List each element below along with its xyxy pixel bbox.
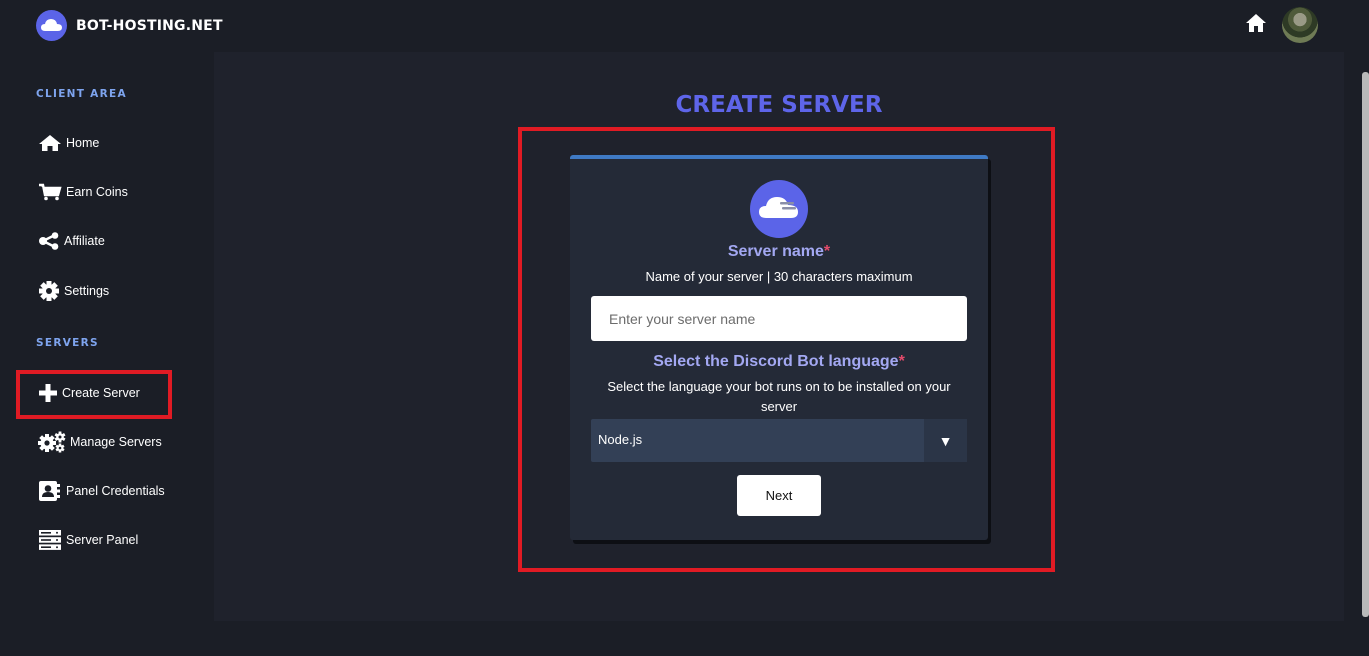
next-button[interactable]: Next: [737, 475, 821, 516]
user-avatar[interactable]: [1282, 7, 1318, 43]
sidebar-item-label: Affiliate: [64, 234, 105, 248]
brand[interactable]: BOT-HOSTING.NET: [36, 10, 223, 41]
sidebar-item-home[interactable]: Home: [38, 132, 99, 154]
section-title-client-area: CLIENT AREA: [36, 88, 127, 100]
server-icon: [39, 530, 61, 550]
server-name-description: Name of your server | 30 characters maxi…: [645, 269, 913, 284]
sidebar-item-label: Manage Servers: [70, 435, 162, 449]
brand-name: BOT-HOSTING.NET: [76, 17, 223, 34]
language-description: Select the language your bot runs on to …: [607, 379, 951, 414]
sidebar-item-label: Home: [66, 136, 100, 150]
required-mark: *: [898, 353, 905, 370]
required-mark: *: [823, 243, 831, 260]
scrollbar[interactable]: [1360, 52, 1369, 656]
sidebar-item-earn-coins[interactable]: Earn Coins: [38, 181, 128, 203]
sidebar-item-server-panel[interactable]: Server Panel: [38, 529, 138, 551]
gear-icon: [39, 281, 59, 301]
home-icon[interactable]: [1245, 13, 1267, 35]
gears-icon: [38, 431, 66, 453]
server-name-title: Server name*: [727, 243, 831, 260]
scrollbar-thumb[interactable]: [1362, 72, 1369, 617]
sidebar-item-label: Panel Credentials: [66, 484, 165, 498]
sidebar: CLIENT AREA Home Earn Coins Affiliate Se…: [0, 52, 196, 656]
sidebar-item-panel-credentials[interactable]: Panel Credentials: [38, 480, 165, 502]
chevron-down-icon[interactable]: ▼: [924, 419, 967, 462]
cart-icon: [39, 183, 62, 201]
language-title: Select the Discord Bot language*: [653, 353, 905, 370]
section-title-servers: SERVERS: [36, 337, 99, 349]
sidebar-item-settings[interactable]: Settings: [38, 280, 109, 302]
language-selected-value: Node.js: [598, 432, 643, 447]
sidebar-item-affiliate[interactable]: Affiliate: [38, 230, 105, 252]
cloud-icon: [750, 180, 808, 238]
sidebar-item-label: Earn Coins: [66, 185, 128, 199]
page-title: CREATE SERVER: [675, 92, 883, 118]
share-icon: [39, 232, 59, 250]
sidebar-item-manage-servers[interactable]: Manage Servers: [38, 431, 162, 453]
cloud-icon: [36, 10, 67, 41]
server-name-input[interactable]: [591, 296, 967, 341]
create-server-highlight: [16, 370, 172, 419]
home-icon: [39, 135, 61, 151]
language-select[interactable]: Node.js ▼: [591, 419, 967, 462]
create-server-card: Server name* Name of your server | 30 ch…: [570, 155, 988, 540]
sidebar-item-label: Settings: [64, 284, 110, 298]
sidebar-item-label: Server Panel: [66, 533, 139, 547]
contact-card-icon: [39, 481, 60, 501]
top-bar: BOT-HOSTING.NET: [0, 0, 1369, 52]
